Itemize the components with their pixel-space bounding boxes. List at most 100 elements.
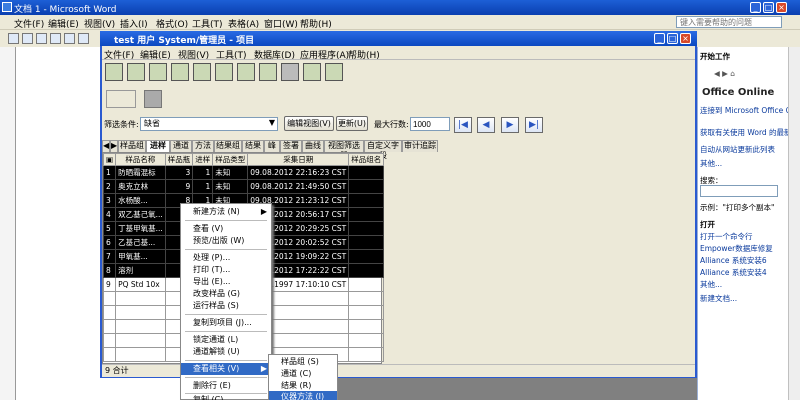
cm-delete-row[interactable]: 删除行 (E)	[181, 380, 271, 392]
open-item-1[interactable]: 打开一个命令行	[700, 231, 753, 242]
app-maximize-icon[interactable]: □	[667, 33, 678, 44]
open-item-more[interactable]: 其他...	[700, 279, 722, 290]
row-number[interactable]: 4	[102, 207, 117, 222]
cm-unlock-channel[interactable]: 通道解锁 (U)	[181, 346, 271, 358]
app-menu-file[interactable]: 文件(F)	[104, 48, 134, 61]
open-icon[interactable]	[22, 33, 33, 44]
cell-sample-set[interactable]	[348, 207, 385, 222]
row-number[interactable]: 8	[102, 263, 117, 278]
edit-view-button[interactable]: 编辑视图(V)	[284, 116, 334, 131]
cell-sample-name[interactable]: 水杨酸...	[115, 193, 166, 208]
tab-peaks[interactable]: 峰	[264, 140, 280, 152]
vial-icon[interactable]	[171, 63, 189, 81]
tab-custom-fields[interactable]: 自定义字段	[364, 140, 402, 160]
row-number[interactable]: 9	[102, 277, 117, 292]
col-date-acquired[interactable]: 采集日期	[247, 153, 350, 166]
menu-format[interactable]: 格式(O)	[156, 17, 188, 30]
method-icon[interactable]	[215, 63, 233, 81]
app-menu-help[interactable]: 帮助(H)	[348, 48, 380, 61]
task-link-more[interactable]: 其他...	[700, 158, 722, 169]
cell-injection[interactable]: 1	[192, 165, 214, 180]
tab-results[interactable]: 结果	[242, 140, 264, 152]
col-sample-set[interactable]: 样品组名	[348, 153, 385, 166]
row-number[interactable]: 5	[102, 221, 117, 236]
tab-signoff[interactable]: 签署	[280, 140, 302, 152]
task-link-news[interactable]: 获取有关使用 Word 的最新新闻	[700, 127, 800, 138]
cm-view[interactable]: 查看 (V)	[181, 223, 271, 235]
tab-methods[interactable]: 方法	[192, 140, 214, 152]
save-icon[interactable]	[36, 33, 47, 44]
col-injection[interactable]: 进样	[192, 153, 214, 166]
app-close-icon[interactable]: ×	[680, 33, 691, 44]
filter-select[interactable]: 缺省 ▼	[140, 117, 278, 131]
tab-view-filters[interactable]: 视图筛选器	[324, 140, 364, 160]
app-minimize-icon[interactable]: _	[654, 33, 665, 44]
cm-print[interactable]: 打印 (T)...	[181, 264, 271, 276]
cell-sample-set[interactable]	[348, 263, 385, 278]
menu-file[interactable]: 文件(F)	[14, 17, 44, 30]
cell-date[interactable]: 09.08.2012 22:16:23 CST	[247, 165, 350, 180]
paste-icon[interactable]	[303, 63, 321, 81]
table-row[interactable]: 2 奥克立林 9 1 未知 09.08.2012 21:49:50 CST	[102, 179, 385, 194]
table-row[interactable]: 1 防晒霜混标 3 1 未知 09.08.2012 22:16:23 CST	[102, 165, 385, 180]
cell-sample-set[interactable]	[348, 193, 385, 208]
sub-instrument-method[interactable]: 仪器方法 (I)	[269, 391, 337, 400]
sub-channels[interactable]: 通道 (C)	[269, 368, 337, 380]
cm-preview-publish[interactable]: 预览/出版 (W)	[181, 235, 271, 247]
cm-copy-to-project[interactable]: 复制到项目 (J)...	[181, 317, 271, 329]
report-icon[interactable]	[149, 63, 167, 81]
cell-sample-name[interactable]: 乙基己基...	[115, 235, 166, 250]
menu-view[interactable]: 视图(V)	[84, 17, 115, 30]
col-sample-type[interactable]: 样品类型	[212, 153, 249, 166]
task-link-connect[interactable]: 连接到 Microsoft Office Online	[700, 105, 800, 116]
max-rows-input[interactable]	[410, 117, 450, 131]
tab-curves[interactable]: 曲线	[302, 140, 324, 152]
new-document-link[interactable]: 新建文档...	[700, 293, 737, 304]
cell-sample-name[interactable]: 溶剂	[115, 263, 166, 278]
cm-lock-channel[interactable]: 锁定通道 (L)	[181, 334, 271, 346]
sample-set-icon[interactable]	[105, 63, 123, 81]
web-icon[interactable]	[259, 63, 277, 81]
open-item-4[interactable]: Alliance 系统安装4	[700, 267, 767, 278]
cell-sample-name[interactable]: 双乙基己氧...	[115, 207, 166, 222]
task-pane-scrollbar[interactable]	[788, 47, 800, 400]
cell-sample-set[interactable]	[348, 277, 385, 292]
table-icon[interactable]	[127, 63, 145, 81]
tab-channels[interactable]: 通道	[170, 140, 192, 152]
open-item-3[interactable]: Alliance 系统安装6	[700, 255, 767, 266]
tab-injections[interactable]: 进样	[146, 140, 170, 152]
dropdown-arrow-icon[interactable]: ▼	[269, 118, 275, 127]
new-doc-icon[interactable]	[8, 33, 19, 44]
cm-export[interactable]: 导出 (E)...	[181, 276, 271, 288]
maximize-icon[interactable]: □	[763, 2, 774, 13]
sub-sample-sets[interactable]: 样品组 (S)	[269, 356, 337, 368]
last-page-icon[interactable]: ▶|	[525, 117, 543, 133]
row-number[interactable]: 6	[102, 235, 117, 250]
open-item-2[interactable]: Empower数据库修复	[700, 243, 773, 254]
task-link-auto-update[interactable]: 自动从网站更新此列表	[700, 144, 775, 155]
close-icon[interactable]: ×	[776, 2, 787, 13]
tab-result-sets[interactable]: 结果组	[214, 140, 242, 152]
row-number[interactable]: 3	[102, 193, 117, 208]
cell-sample-name[interactable]: 防晒霜混标	[115, 165, 166, 180]
app-menu-view[interactable]: 视图(V)	[178, 48, 209, 61]
cell-sample-name[interactable]: 奥克立林	[115, 179, 166, 194]
col-sample-name[interactable]: 样品名称	[115, 153, 166, 166]
cm-alter-sample[interactable]: 改变样品 (G)	[181, 288, 271, 300]
cell-sample-set[interactable]	[348, 221, 385, 236]
cell-injection[interactable]: 1	[192, 179, 214, 194]
prev-page-icon[interactable]: ◀	[477, 117, 495, 133]
menu-edit[interactable]: 编辑(E)	[48, 17, 79, 30]
tab-scroll-right-icon[interactable]: ▶	[110, 140, 118, 152]
cm-process[interactable]: 处理 (P)...	[181, 252, 271, 264]
tab-scroll-left-icon[interactable]: ◀	[102, 140, 110, 152]
menu-help[interactable]: 帮助(H)	[300, 17, 332, 30]
next-page-icon[interactable]: ▶	[501, 117, 519, 133]
cm-run-samples[interactable]: 运行样品 (S)	[181, 300, 271, 312]
app-menu-edit[interactable]: 编辑(E)	[140, 48, 171, 61]
cm-new-method[interactable]: 新建方法 (N) ▶	[181, 206, 271, 218]
tab-audit-trail[interactable]: 审计追踪	[402, 140, 438, 152]
cell-sample-name[interactable]: PQ Std 10x	[115, 277, 166, 292]
update-button[interactable]: 更新(U)	[336, 116, 368, 131]
cell-sample-type[interactable]: 未知	[212, 179, 249, 194]
